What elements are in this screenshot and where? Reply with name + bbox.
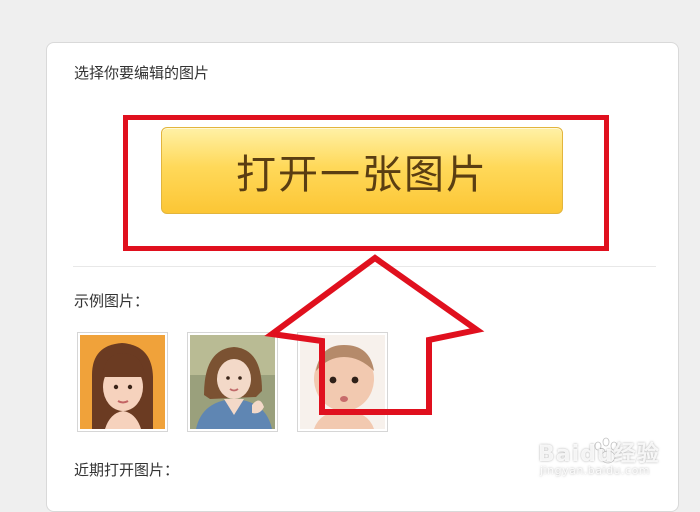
open-image-button[interactable]: 打开一张图片 — [161, 127, 563, 214]
image-picker-panel — [46, 42, 679, 512]
sample-thumbnail-2[interactable] — [187, 332, 278, 432]
select-image-prompt: 选择你要编辑的图片 — [74, 64, 210, 82]
sample-photo-woman-denim — [190, 335, 275, 429]
sample-images-label: 示例图片： — [74, 292, 150, 310]
sample-photo-woman-bangs — [80, 335, 165, 429]
sample-thumbnail-3[interactable] — [297, 332, 388, 432]
sample-thumbnail-1[interactable] — [77, 332, 168, 432]
divider — [73, 266, 656, 267]
sample-photo-baby — [300, 335, 385, 429]
recent-images-label: 近期打开图片： — [74, 461, 180, 479]
